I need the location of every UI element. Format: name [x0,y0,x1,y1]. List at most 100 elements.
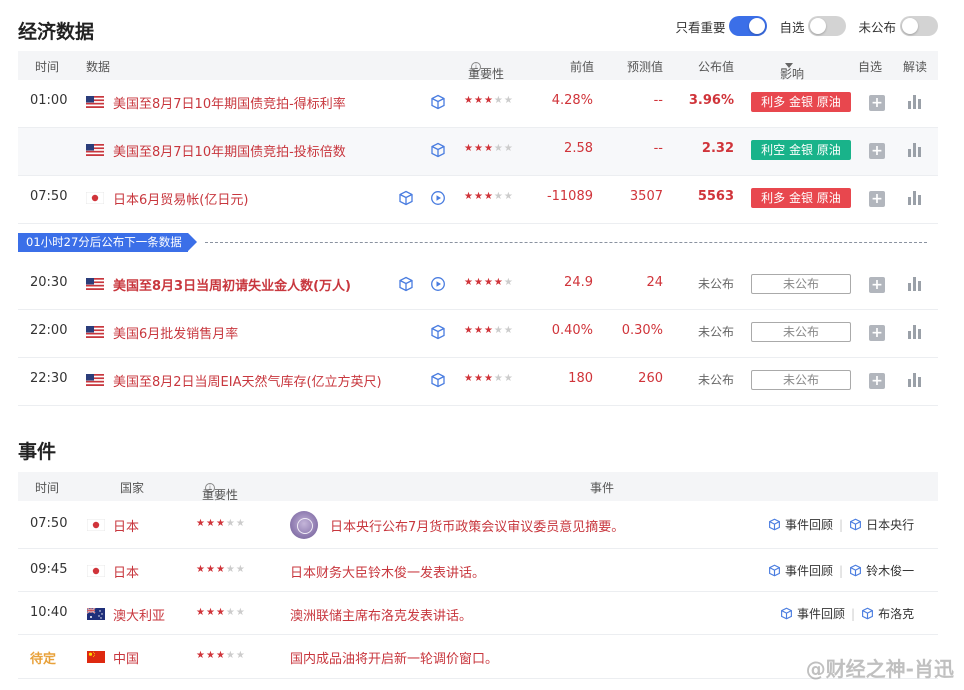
importance-stars: ★★★★★ [464,191,514,202]
interpret-button[interactable] [908,191,922,209]
play-icon[interactable] [430,276,446,296]
event-text[interactable]: 日本财务大臣铃木俊一发表讲话。 [290,562,485,581]
cube-icon[interactable] [430,94,446,114]
event-review-link[interactable]: 事件回顾 [768,564,833,578]
cube-icon[interactable] [398,276,414,296]
star-icon: ★ [464,325,474,336]
event-time: 09:45 [30,562,68,577]
economic-row[interactable]: 22:30 美国至8月2日当周EIA天然气库存(亿立方英尺) ★★★★★ 180 260… [18,358,938,406]
interpret-button[interactable] [908,277,922,295]
toggle-unpublished[interactable]: 未公布 [858,16,938,36]
importance-stars: ★★★★★ [464,325,514,336]
toggle-switch[interactable] [729,16,768,36]
importance-stars: ★★★★★ [464,373,514,384]
indicator-name[interactable]: 美国6月批发销售月率 [113,323,238,342]
star-icon: ★ [483,277,494,288]
event-row[interactable]: 09:45 日本 ★★★★★ 日本财务大臣铃木俊一发表讲话。 事件回顾 | 铃木俊一 [18,549,938,592]
economic-row[interactable]: 22:00 美国6月批发销售月率 ★★★★★ 0.40% 0.30% 未公布 未公布 + [18,310,938,358]
toggle-switch[interactable] [900,16,938,36]
event-topic-link[interactable]: 日本央行 [849,518,914,532]
toggle-important-only[interactable]: 只看重要 [675,16,768,36]
event-topic-link[interactable]: 铃木俊一 [849,564,914,578]
row-time: 22:00 [30,323,68,338]
economic-row[interactable]: 美国至8月7日10年期国债竞拍-投标倍数 ★★★★★ 2.58 -- 2.32 利空 金银… [18,128,938,176]
event-text[interactable]: 澳洲联储主席布洛克发表讲话。 [290,605,472,624]
star-icon: ★ [473,95,484,106]
header-actual: 公布值 [698,60,735,74]
star-icon: ★ [215,650,226,661]
importance-stars: ★★★★★ [196,518,246,529]
economic-table-header: 时间 数据 重要性 i 前值 预测值 公布值 影响 自选 解读 [18,51,938,81]
play-icon[interactable] [430,190,446,210]
event-text[interactable]: 日本央行公布7月货币政策会议审议委员意见摘要。 [330,516,624,535]
cube-icon[interactable] [398,190,414,210]
next-release-banner: 01小时27分后公布下一条数据 [18,233,197,252]
header-importance: 重要性 i [468,62,505,81]
add-watchlist-button[interactable]: + [869,325,885,341]
plus-icon: + [869,325,885,341]
event-country: 中国 [113,652,140,667]
star-icon: ★ [483,373,494,384]
economic-row[interactable]: 20:30 美国至8月3日当周初请失业金人数(万人) ★★★★★ 24.9 24 未公布未… [18,262,938,310]
bar-chart-icon [908,277,922,291]
add-watchlist-button[interactable]: + [869,191,885,207]
cn-flag [87,651,105,666]
prev-value: 4.28% [551,93,593,108]
filter-toggles: 只看重要 自选 未公布 [663,16,938,36]
event-row[interactable]: 07:50 日本 ★★★★★ 日本央行公布7月货币政策会议审议委员意见摘要。 事件回顾 |… [18,500,938,549]
event-text[interactable]: 国内成品油将开启新一轮调价窗口。 [290,648,498,667]
header-impact[interactable]: 影响 [780,58,804,81]
add-watchlist-button[interactable]: + [869,95,885,111]
boj-seal-icon [290,511,318,543]
cube-icon[interactable] [430,324,446,344]
event-topic-link[interactable]: 布洛克 [861,607,914,621]
header-prev: 前值 [570,60,595,74]
star-icon: ★ [503,191,514,202]
us-flag [86,326,104,341]
event-row[interactable]: 待定 中国 ★★★★★ 国内成品油将开启新一轮调价窗口。 [18,635,938,679]
header-event: 事件 [590,481,615,495]
toggle-label: 只看重要 [675,19,726,35]
event-review-link[interactable]: 事件回顾 [780,607,845,621]
star-icon: ★ [493,373,504,384]
indicator-name[interactable]: 美国至8月7日10年期国债竞拍-得标利率 [113,93,346,112]
star-icon: ★ [503,143,514,154]
prev-value: -11089 [546,189,593,204]
plus-icon: + [869,143,885,159]
forecast-value: 260 [638,371,663,386]
header-importance: 重要性 i [202,483,239,502]
toggle-switch[interactable] [808,16,847,36]
interpret-button[interactable] [908,95,922,113]
star-icon: ★ [196,564,206,575]
indicator-name[interactable]: 美国至8月3日当周初请失业金人数(万人) [113,275,351,294]
add-watchlist-button[interactable]: + [869,373,885,389]
indicator-name[interactable]: 日本6月贸易帐(亿日元) [113,189,248,208]
header-interpret: 解读 [903,60,928,74]
event-review-link[interactable]: 事件回顾 [768,518,833,532]
event-row[interactable]: 10:40 澳大利亚 ★★★★★ 澳洲联储主席布洛克发表讲话。 事件回顾 | 布洛克 [18,592,938,635]
add-watchlist-button[interactable]: + [869,277,885,293]
actual-value: 未公布 [697,373,734,387]
star-icon: ★ [225,518,236,529]
events-table-header: 时间 国家 重要性 i 事件 [18,472,938,502]
interpret-button[interactable] [908,325,922,343]
us-flag [86,144,104,159]
economic-row[interactable]: 01:00 美国至8月7日10年期国债竞拍-得标利率 ★★★★★ 4.28% -- 3.9… [18,80,938,128]
cube-icon[interactable] [430,372,446,392]
economic-row[interactable]: 07:50 日本6月贸易帐(亿日元) ★★★★★ -11089 3507 5563 利多 金… [18,176,938,224]
row-time: 20:30 [30,275,68,290]
interpret-button[interactable] [908,143,922,161]
star-icon: ★ [473,325,484,336]
toggle-label: 自选 [779,19,805,35]
plus-icon: + [869,95,885,111]
event-country: 澳大利亚 [113,609,166,624]
star-icon: ★ [473,143,484,154]
add-watchlist-button[interactable]: + [869,143,885,159]
cube-icon[interactable] [430,142,446,162]
interpret-button[interactable] [908,373,922,391]
star-icon: ★ [464,143,474,154]
bar-chart-icon [908,373,922,387]
toggle-watchlist[interactable]: 自选 [779,16,847,36]
indicator-name[interactable]: 美国至8月7日10年期国债竞拍-投标倍数 [113,141,346,160]
indicator-name[interactable]: 美国至8月2日当周EIA天然气库存(亿立方英尺) [113,371,382,390]
